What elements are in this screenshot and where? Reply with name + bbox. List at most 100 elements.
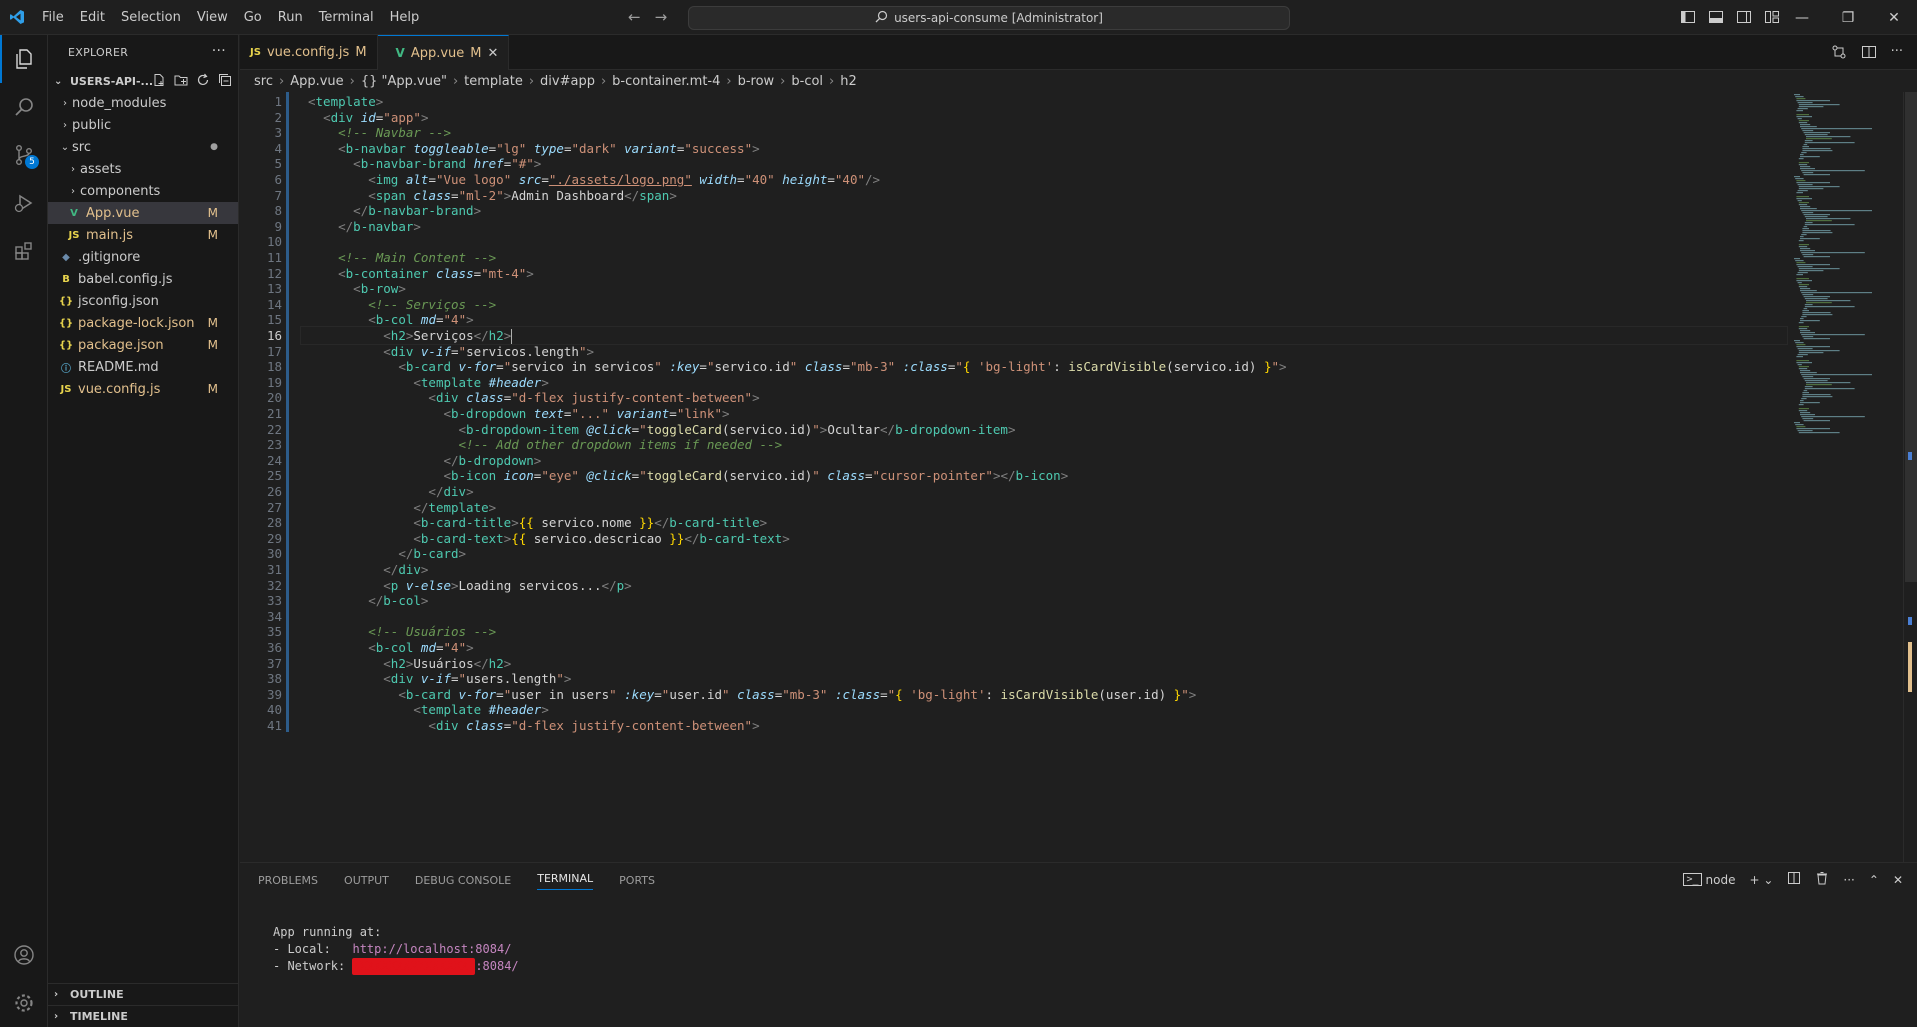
tree-item[interactable]: › node_modules bbox=[48, 92, 238, 114]
close-window-icon[interactable]: ✕ bbox=[1871, 0, 1917, 35]
tree-item[interactable]: V App.vue M bbox=[48, 202, 238, 224]
tree-item[interactable]: JS vue.config.js M bbox=[48, 378, 238, 400]
editor-scrollbar[interactable] bbox=[1903, 92, 1917, 862]
accounts-icon[interactable] bbox=[0, 931, 48, 979]
tree-item[interactable]: › assets bbox=[48, 158, 238, 180]
menu-item-view[interactable]: View bbox=[189, 0, 236, 35]
collapse-all-icon[interactable] bbox=[218, 73, 232, 90]
back-arrow-icon[interactable]: ← bbox=[628, 8, 641, 26]
more-actions-icon[interactable]: ··· bbox=[212, 43, 226, 59]
minimize-icon[interactable]: — bbox=[1779, 0, 1825, 35]
refresh-icon[interactable] bbox=[196, 73, 210, 90]
tab-vue-config[interactable]: JS vue.config.js M bbox=[240, 35, 378, 70]
panel-more-icon[interactable]: ··· bbox=[1843, 873, 1854, 887]
source-control-icon[interactable]: 5 bbox=[0, 131, 48, 179]
close-panel-icon[interactable]: ✕ bbox=[1893, 873, 1903, 887]
search-view-icon[interactable] bbox=[0, 83, 48, 131]
menu-item-file[interactable]: File bbox=[34, 0, 72, 35]
menu-item-go[interactable]: Go bbox=[236, 0, 270, 35]
breadcrumb-item[interactable]: App.vue bbox=[290, 74, 343, 89]
tree-item[interactable]: › components bbox=[48, 180, 238, 202]
breadcrumb-item[interactable]: src bbox=[254, 74, 273, 89]
breadcrumb-item[interactable]: {} "App.vue" bbox=[361, 74, 447, 89]
tab-debug-console[interactable]: DEBUG CONSOLE bbox=[415, 874, 511, 887]
restore-icon[interactable]: ❐ bbox=[1825, 0, 1871, 35]
babel-file-icon: B bbox=[62, 273, 70, 285]
maximize-panel-icon[interactable]: ⌃ bbox=[1869, 873, 1879, 887]
tree-item[interactable]: ⌄ src ● bbox=[48, 136, 238, 158]
breadcrumb-item[interactable]: template bbox=[464, 74, 523, 89]
close-tab-icon[interactable]: ✕ bbox=[488, 46, 499, 61]
kill-terminal-icon[interactable] bbox=[1815, 871, 1829, 888]
minimap-line bbox=[1796, 198, 1812, 200]
network-url-suffix[interactable]: :8084/ bbox=[475, 959, 518, 973]
chevron-right-icon: › bbox=[63, 97, 67, 109]
terminal-shell-selector[interactable]: >_ node bbox=[1683, 873, 1735, 887]
tree-item-label: package.json bbox=[78, 337, 164, 353]
local-url-link[interactable]: http://localhost:8084/ bbox=[352, 942, 511, 956]
tab-output[interactable]: OUTPUT bbox=[344, 874, 389, 887]
tree-item[interactable]: {} package-lock.json M bbox=[48, 312, 238, 334]
minimap-line bbox=[1801, 374, 1872, 376]
workspace-folder-header[interactable]: ⌄ USERS-API-... bbox=[48, 70, 238, 92]
tree-item[interactable]: JS main.js M bbox=[48, 224, 238, 246]
breadcrumb-item[interactable]: div#app bbox=[540, 74, 595, 89]
terminal-output[interactable]: App running at: - Local: http://localhost… bbox=[273, 924, 519, 975]
scrollbar-thumb[interactable] bbox=[1905, 92, 1917, 582]
tab-ports[interactable]: PORTS bbox=[619, 874, 655, 887]
new-folder-icon[interactable] bbox=[174, 73, 188, 90]
minimap-line bbox=[1796, 274, 1803, 276]
command-center[interactable]: users-api-consume [Administrator] bbox=[688, 6, 1290, 30]
menu-item-run[interactable]: Run bbox=[270, 0, 311, 35]
toggle-primary-sidebar-icon[interactable] bbox=[1680, 9, 1696, 29]
tree-item[interactable]: Bbabel.config.js bbox=[48, 268, 238, 290]
tab-modified-indicator: M bbox=[470, 45, 482, 61]
menu-item-terminal[interactable]: Terminal bbox=[311, 0, 382, 35]
menu-item-selection[interactable]: Selection bbox=[113, 0, 189, 35]
explorer-icon[interactable] bbox=[0, 35, 48, 83]
tree-item[interactable]: {} jsconfig.json bbox=[48, 290, 238, 312]
minimap-line bbox=[1797, 108, 1808, 110]
line-number: 41 bbox=[266, 718, 282, 733]
toggle-panel-icon[interactable] bbox=[1708, 9, 1724, 29]
minimap-line bbox=[1796, 192, 1803, 194]
breadcrumb-item[interactable]: b-container.mt-4 bbox=[612, 74, 720, 89]
git-file-icon: ◆ bbox=[62, 251, 70, 263]
minimap[interactable] bbox=[1788, 92, 1903, 862]
breadcrumb-item[interactable]: b-col bbox=[791, 74, 823, 89]
split-terminal-icon[interactable] bbox=[1787, 871, 1801, 888]
timeline-section-header[interactable]: › TIMELINE bbox=[48, 1005, 239, 1027]
scroll-marker bbox=[1908, 617, 1912, 625]
tree-item[interactable]: ⓘ README.md bbox=[48, 356, 238, 378]
customize-layout-icon[interactable] bbox=[1764, 9, 1780, 29]
editor-more-icon[interactable]: ··· bbox=[1891, 44, 1903, 64]
minimap-line bbox=[1800, 402, 1820, 404]
breadcrumb-item[interactable]: b-row bbox=[738, 74, 775, 89]
new-terminal-icon[interactable]: + ⌄ bbox=[1749, 873, 1773, 887]
extensions-icon[interactable] bbox=[0, 227, 48, 275]
split-editor-icon[interactable] bbox=[1861, 44, 1877, 64]
tab-problems[interactable]: PROBLEMS bbox=[258, 874, 318, 887]
minimap-line bbox=[1796, 114, 1809, 116]
tab-terminal[interactable]: TERMINAL bbox=[537, 872, 594, 890]
code-line[interactable]: 41 <div class="d-flex justify-content-be… bbox=[240, 716, 1788, 735]
run-debug-icon[interactable] bbox=[0, 179, 48, 227]
forward-arrow-icon[interactable]: → bbox=[655, 8, 668, 26]
tab-app-vue[interactable]: V App.vue M ✕ bbox=[377, 35, 510, 70]
minimap-line bbox=[1800, 238, 1820, 240]
minimap-line bbox=[1800, 206, 1811, 208]
code-editor[interactable]: 1 <template> 2 <div id="app"> 3 <!-- Navbar… bbox=[240, 92, 1788, 862]
menu-item-help[interactable]: Help bbox=[382, 0, 428, 35]
outline-section-header[interactable]: › OUTLINE bbox=[48, 983, 239, 1005]
menu-item-edit[interactable]: Edit bbox=[72, 0, 113, 35]
minimap-line bbox=[1801, 292, 1872, 294]
toggle-secondary-sidebar-icon[interactable] bbox=[1736, 9, 1752, 29]
open-changes-icon[interactable] bbox=[1831, 44, 1847, 64]
tree-item[interactable]: {} package.json M bbox=[48, 334, 238, 356]
breadcrumb-item[interactable]: h2 bbox=[840, 74, 857, 89]
scm-count-badge: 5 bbox=[25, 155, 39, 169]
tree-item[interactable]: › public bbox=[48, 114, 238, 136]
new-file-icon[interactable] bbox=[152, 73, 166, 90]
tree-item[interactable]: ◆ .gitignore bbox=[48, 246, 238, 268]
manage-gear-icon[interactable] bbox=[0, 979, 48, 1027]
